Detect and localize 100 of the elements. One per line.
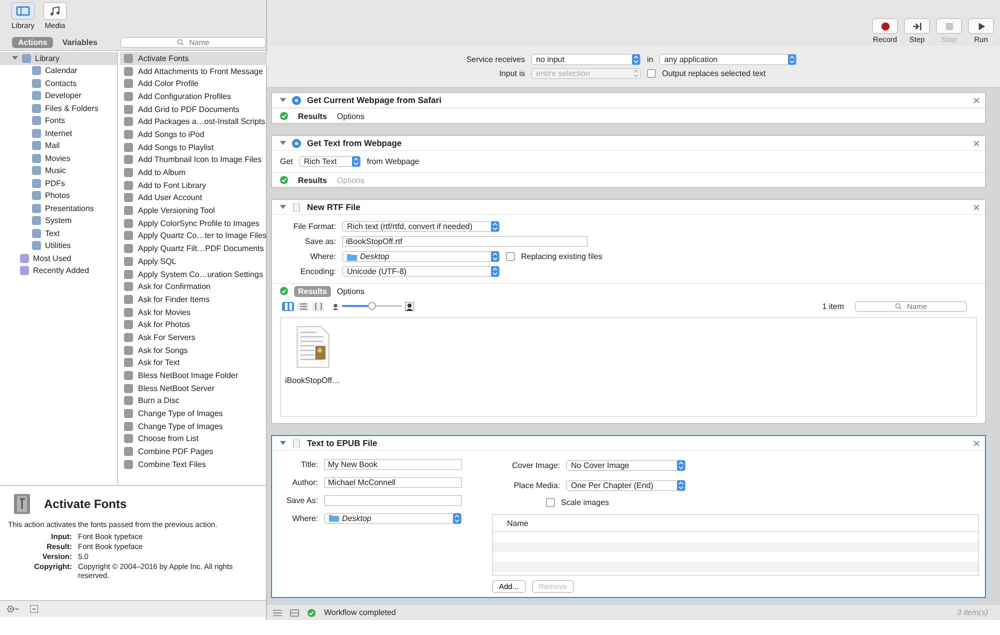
slider-thumb[interactable]: [368, 302, 376, 310]
close-icon[interactable]: [974, 204, 979, 210]
library-item[interactable]: Developer: [0, 90, 117, 102]
action-item[interactable]: Choose from List: [120, 432, 266, 446]
action-item[interactable]: Ask for Confirmation: [120, 280, 266, 294]
select-field[interactable]: No Cover Image: [566, 460, 686, 470]
view-mode-button[interactable]: [297, 302, 309, 310]
field-label: Get: [280, 157, 293, 166]
list-view-icon[interactable]: [273, 608, 282, 616]
action-item[interactable]: Add User Account: [120, 192, 266, 204]
action-item[interactable]: Bless NetBoot Server: [120, 382, 266, 395]
text-field[interactable]: [324, 494, 462, 506]
action-card[interactable]: Get Current Webpage from Safari Results Options: [271, 92, 986, 124]
check-circle-icon: [280, 112, 288, 120]
library-item[interactable]: Music: [0, 164, 117, 177]
library-item[interactable]: Most Used: [0, 252, 117, 264]
select-field[interactable]: any application: [659, 54, 798, 65]
action-item[interactable]: Add Grid to PDF Documents: [120, 102, 266, 116]
options-tab[interactable]: Options: [336, 286, 364, 296]
library-item[interactable]: Contacts: [0, 77, 117, 90]
search-icon: [177, 39, 184, 46]
action-item[interactable]: Ask For Servers: [120, 331, 266, 344]
checkbox[interactable]: [647, 69, 656, 78]
action-item[interactable]: Bless NetBoot Image Folder: [120, 369, 266, 382]
disclosure-icon[interactable]: [280, 140, 286, 146]
action-item[interactable]: Ask for Text: [120, 356, 266, 370]
select-field[interactable]: One Per Chapter (End): [566, 480, 686, 490]
library-item[interactable]: PDFs: [0, 177, 117, 190]
action-item[interactable]: Combine Text Files: [120, 458, 266, 471]
panel-toggle-icon[interactable]: [30, 605, 38, 613]
action-item[interactable]: Ask for Finder Items: [120, 293, 266, 306]
disclosure-icon[interactable]: [280, 204, 286, 210]
library-item[interactable]: Files & Folders: [0, 102, 117, 114]
close-icon[interactable]: [974, 140, 979, 146]
text-field[interactable]: iBookStopOff.rtf: [342, 236, 588, 247]
action-item[interactable]: Add to Font Library: [120, 178, 266, 192]
settings-icon[interactable]: [6, 605, 20, 613]
action-item[interactable]: Add Packages a…ost-Install Scripts: [120, 115, 266, 128]
action-item[interactable]: Apple Versioning Tool: [120, 204, 266, 217]
close-icon[interactable]: [974, 440, 979, 446]
action-item[interactable]: Add Configuration Profiles: [120, 90, 266, 103]
results-tab[interactable]: Results: [294, 110, 331, 122]
library-item[interactable]: Text: [0, 227, 117, 240]
stepper-icon: [453, 512, 461, 524]
action-item[interactable]: Ask for Movies: [120, 306, 266, 318]
library-item[interactable]: System: [0, 214, 117, 227]
stepper-icon: [491, 221, 499, 232]
action-card[interactable]: Get Text from Webpage Get Rich Text from Webpage Results Options: [271, 135, 986, 188]
status-count: 3 item(s): [956, 608, 988, 617]
library-item[interactable]: Movies: [0, 152, 117, 164]
folder-select[interactable]: Desktop: [324, 512, 462, 524]
options-tab[interactable]: Options: [336, 112, 364, 120]
tab[interactable]: Variables: [56, 37, 104, 48]
checkbox[interactable]: [506, 252, 515, 261]
library-item[interactable]: Presentations: [0, 202, 117, 214]
select-field[interactable]: Unicode (UTF-8): [342, 266, 500, 277]
action-item[interactable]: Add Attachments to Front Message: [120, 64, 266, 78]
close-icon[interactable]: [974, 98, 979, 102]
library-item[interactable]: Fonts: [0, 114, 117, 127]
action-title: Get Text from Webpage: [307, 138, 403, 148]
action-item[interactable]: Combine PDF Pages: [120, 445, 266, 458]
library-item[interactable]: Mail: [0, 140, 117, 152]
action-item[interactable]: Add Songs to Playlist: [120, 140, 266, 154]
select-field[interactable]: no input: [531, 54, 641, 65]
action-item[interactable]: Apply SQL: [120, 255, 266, 268]
view-mode-button[interactable]: [312, 302, 324, 310]
checkbox[interactable]: [546, 498, 555, 507]
action-item[interactable]: Add Color Profile: [120, 77, 266, 90]
text-field[interactable]: Michael McConnell: [324, 476, 462, 488]
results-tab[interactable]: Results: [294, 174, 331, 186]
library-item[interactable]: Internet: [0, 127, 117, 140]
action-item[interactable]: Add Songs to iPod: [120, 128, 266, 141]
action-item[interactable]: Activate Fonts: [120, 52, 266, 65]
disclosure-icon[interactable]: [280, 97, 286, 103]
library-item[interactable]: Calendar: [0, 64, 117, 77]
disclosure-icon[interactable]: [12, 55, 18, 62]
action-item[interactable]: Add Thumbnail Icon to Image Files: [120, 154, 266, 166]
action-item[interactable]: Apply Quartz Filt…PDF Documents: [120, 242, 266, 255]
action-item[interactable]: Change Type of Images: [120, 420, 266, 433]
action-item[interactable]: Apply ColorSync Profile to Images: [120, 216, 266, 230]
library-item[interactable]: Recently Added: [0, 264, 117, 277]
action-item[interactable]: Apply Quartz Co…ter to Image Files: [120, 230, 266, 242]
action-item[interactable]: Ask for Songs: [120, 344, 266, 356]
list-icon: [300, 302, 306, 310]
action-item[interactable]: Add to Album: [120, 166, 266, 179]
select-field[interactable]: Rich text (rtf/rtfd, convert if needed): [342, 221, 500, 232]
select-field[interactable]: Rich Text: [298, 156, 361, 167]
action-item[interactable]: Change Type of Images: [120, 407, 266, 420]
action-item[interactable]: Burn a Disc: [120, 394, 266, 408]
library-item[interactable]: Library: [0, 52, 117, 64]
library-item[interactable]: Utilities: [0, 240, 117, 252]
folder-select[interactable]: Desktop: [342, 251, 500, 262]
action-item[interactable]: Apply System Co…uration Settings: [120, 268, 266, 280]
view-mode-button[interactable]: [282, 302, 294, 310]
library-item[interactable]: Photos: [0, 190, 117, 202]
text-field[interactable]: My New Book: [324, 458, 462, 470]
disclosure-icon[interactable]: [280, 440, 286, 446]
record-icon: [880, 22, 890, 30]
action-item[interactable]: Ask for Photos: [120, 318, 266, 332]
music-note-icon: [48, 6, 62, 16]
